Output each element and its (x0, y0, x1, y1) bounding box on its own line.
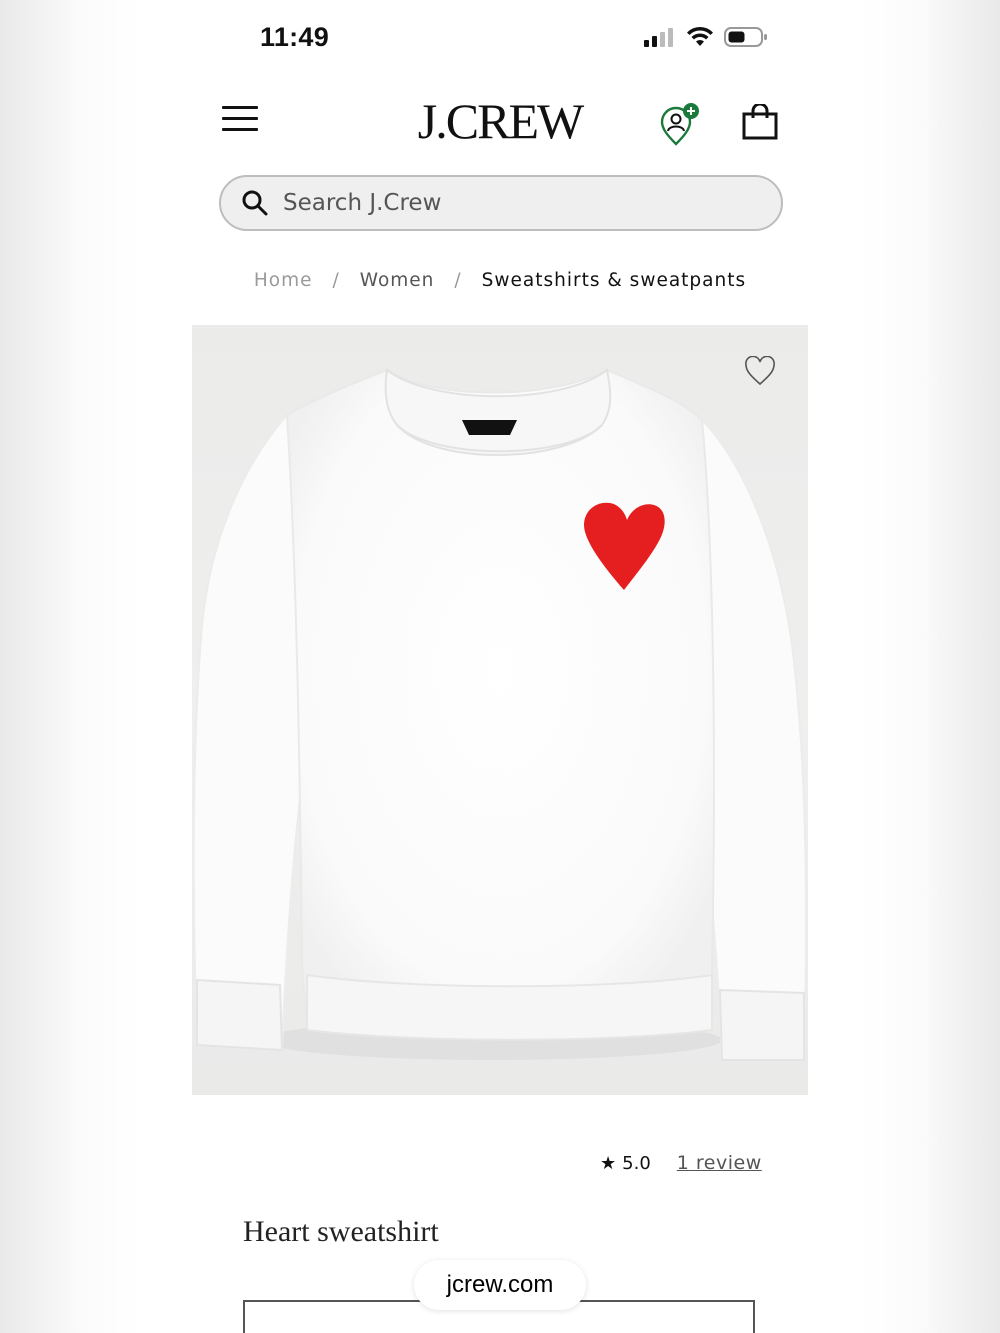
search-icon (242, 190, 268, 216)
jcrew-logo[interactable]: J.CREW (192, 92, 808, 150)
phone-screen: 11:49 J.CREW Search J.Crew Home / Women … (192, 0, 808, 1333)
breadcrumb-women[interactable]: Women (360, 270, 435, 291)
breadcrumb-current: Sweatshirts & sweatpants (481, 270, 747, 291)
product-rating: ★ 5.0 1 review (600, 1152, 762, 1174)
shopping-bag-icon[interactable] (742, 104, 778, 140)
status-icons (644, 26, 768, 48)
product-image[interactable] (192, 325, 808, 1095)
breadcrumb-separator: / (332, 270, 340, 291)
search-bar[interactable] (219, 175, 783, 231)
product-title: Heart sweatshirt (243, 1215, 439, 1248)
breadcrumb: Home / Women / Sweatshirts & sweatpants (192, 270, 808, 291)
browser-url-bar[interactable]: jcrew.com (414, 1260, 586, 1310)
search-input[interactable] (281, 189, 745, 217)
cellular-signal-icon (644, 28, 673, 47)
breadcrumb-separator: / (454, 270, 462, 291)
profile-icon[interactable] (658, 100, 702, 146)
star-icon: ★ (600, 1152, 617, 1174)
review-link[interactable]: 1 review (677, 1152, 762, 1174)
wishlist-heart-icon[interactable] (744, 356, 776, 386)
wifi-icon (687, 26, 713, 46)
battery-icon (724, 27, 767, 47)
rating-score: 5.0 (622, 1152, 651, 1174)
status-time: 11:49 (260, 22, 330, 52)
breadcrumb-home[interactable]: Home (254, 270, 313, 291)
sweatshirt-image (192, 368, 807, 1061)
